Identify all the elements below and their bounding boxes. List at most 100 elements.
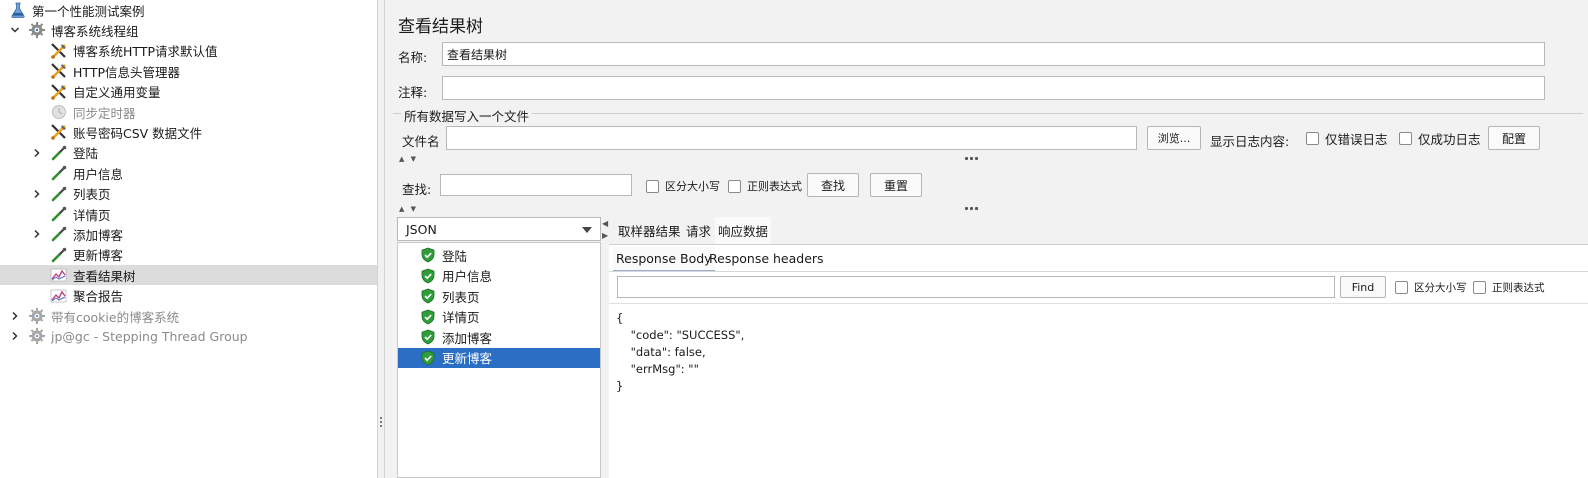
tree-item[interactable]: 详情页	[0, 204, 377, 224]
subtab-response-body[interactable]: Response Body	[613, 247, 715, 272]
horizontal-splitter-2[interactable]: ▲ ▼	[385, 205, 1588, 213]
tree-item[interactable]: 第一个性能测试案例	[0, 0, 377, 20]
vertical-splitter[interactable]	[377, 0, 385, 478]
tree-item-label: 第一个性能测试案例	[32, 3, 145, 19]
subtab-divider	[609, 271, 1588, 272]
tree-item[interactable]: 自定义通用变量	[0, 82, 377, 102]
tree-item-label: 登陆	[73, 146, 99, 162]
pipette-icon	[50, 205, 68, 223]
detail-tab[interactable]: 取样器结果	[615, 217, 684, 244]
horizontal-splitter-1[interactable]: ▲ ▼	[385, 155, 1588, 163]
response-find-button[interactable]: Find	[1340, 276, 1386, 298]
errors-only-box[interactable]	[1306, 132, 1319, 145]
tree-item[interactable]: 博客系统线程组	[0, 20, 377, 40]
response-find-input[interactable]	[617, 276, 1335, 298]
chevron-down-icon[interactable]	[582, 227, 592, 233]
tree-item[interactable]: 账号密码CSV 数据文件	[0, 122, 377, 142]
splitter-grip-icon	[965, 207, 978, 210]
subtab-response-headers[interactable]: Response headers	[706, 247, 827, 270]
sample-item-label: 详情页	[442, 310, 480, 325]
sample-item-label: 更新博客	[442, 351, 493, 366]
sample-item[interactable]: 更新博客	[398, 347, 600, 368]
search-input[interactable]	[440, 174, 632, 196]
detail-tab[interactable]: 请求	[683, 217, 714, 244]
shield-check-icon	[420, 329, 436, 345]
success-only-box[interactable]	[1399, 132, 1412, 145]
tree-item-label: 账号密码CSV 数据文件	[73, 125, 203, 141]
filename-field[interactable]	[446, 126, 1137, 150]
chevron-right-icon[interactable]	[30, 187, 44, 201]
chevron-down-icon[interactable]	[8, 23, 22, 37]
tree-item[interactable]: 带有cookie的博客系统	[0, 306, 377, 326]
tree-item-label: 查看结果树	[73, 268, 136, 284]
splitter-arrows-icon[interactable]: ▲ ▼	[399, 155, 418, 163]
case-sensitive-label: 区分大小写	[665, 180, 720, 193]
tree-item[interactable]: 更新博客	[0, 245, 377, 265]
chevron-right-icon[interactable]	[8, 309, 22, 323]
sample-item[interactable]: 用户信息	[398, 266, 600, 286]
response-body-text[interactable]: { "code": "SUCCESS", "data": false, "err…	[616, 310, 744, 395]
name-field[interactable]: 查看结果树	[442, 42, 1545, 66]
test-plan-tree[interactable]: 第一个性能测试案例 博客系统线程组 博客系统HTTP请求默认值 HTTP信息头管理器自…	[0, 0, 377, 478]
sample-item[interactable]: 详情页	[398, 307, 600, 327]
tree-item[interactable]: 博客系统HTTP请求默认值	[0, 41, 377, 61]
graph-icon	[50, 287, 68, 305]
tree-item[interactable]: 同步定时器	[0, 102, 377, 122]
case-sensitive-box[interactable]	[646, 179, 659, 193]
browse-button[interactable]: 浏览...	[1147, 126, 1201, 150]
reset-button[interactable]: 重置	[870, 173, 922, 197]
tree-item-label: 详情页	[73, 207, 111, 223]
response-case-checkbox[interactable]: 区分大小写	[1395, 280, 1467, 295]
shield-check-icon	[420, 268, 436, 284]
scissors-icon	[50, 123, 68, 141]
tree-item[interactable]: 聚合报告	[0, 286, 377, 306]
sample-item-label: 添加博客	[442, 330, 493, 346]
sample-detail-pane: 取样器结果 请求 响应数据 Response Body Response heade…	[609, 215, 1588, 478]
tree-item[interactable]: 列表页	[0, 184, 377, 204]
response-regex-label: 正则表达式	[1492, 282, 1545, 294]
renderer-select[interactable]: JSON	[397, 217, 601, 241]
success-only-label: 仅成功日志	[1418, 132, 1481, 147]
chevron-right-icon[interactable]	[8, 329, 22, 343]
tree-item-label: 列表页	[73, 187, 111, 203]
tree-item[interactable]: 添加博客	[0, 224, 377, 244]
chevron-right-icon[interactable]	[30, 146, 44, 160]
collapse-arrows-icon[interactable]: ◀ ▶	[602, 218, 608, 242]
comment-field[interactable]	[442, 76, 1545, 100]
chevron-right-icon[interactable]	[30, 227, 44, 241]
splitter-grip	[380, 417, 383, 427]
errors-only-checkbox[interactable]: 仅错误日志	[1306, 129, 1388, 148]
comment-label: 注释:	[398, 85, 428, 100]
sample-item[interactable]: 列表页	[398, 286, 600, 306]
find-button[interactable]: 查找	[807, 173, 859, 197]
tree-item[interactable]: 用户信息	[0, 163, 377, 183]
splitter-arrows-icon[interactable]: ▲ ▼	[399, 205, 418, 213]
regex-checkbox[interactable]: 正则表达式	[728, 178, 802, 194]
case-sensitive-checkbox[interactable]: 区分大小写	[646, 178, 720, 194]
sample-results-list[interactable]: 登陆用户信息 列表页详情页添加博客更新博客	[397, 242, 601, 478]
tree-item[interactable]: HTTP信息头管理器	[0, 61, 377, 81]
detail-tab[interactable]: 响应数据	[715, 217, 772, 246]
tree-item-label: HTTP信息头管理器	[73, 64, 180, 80]
success-only-checkbox[interactable]: 仅成功日志	[1399, 129, 1481, 148]
tree-item-label: 自定义通用变量	[73, 85, 161, 101]
shield-check-icon	[420, 288, 436, 304]
shield-check-icon	[420, 350, 436, 366]
shield-check-icon	[420, 247, 436, 263]
response-regex-checkbox[interactable]: 正则表达式	[1473, 280, 1545, 295]
response-case-label: 区分大小写	[1414, 282, 1467, 294]
tree-item[interactable]: jp@gc - Stepping Thread Group	[0, 326, 377, 346]
regex-label: 正则表达式	[747, 180, 802, 193]
regex-box[interactable]	[728, 179, 741, 193]
pipette-icon	[50, 185, 68, 203]
sample-item[interactable]: 登陆	[398, 245, 600, 265]
shield-check-icon	[420, 309, 436, 325]
sample-item-label: 登陆	[442, 248, 468, 264]
response-case-box[interactable]	[1395, 281, 1408, 294]
tree-item[interactable]: 查看结果树	[0, 265, 377, 286]
configure-button[interactable]: 配置	[1488, 126, 1540, 150]
response-regex-box[interactable]	[1473, 281, 1486, 294]
tree-item[interactable]: 登陆	[0, 143, 377, 163]
sample-item[interactable]: 添加博客	[398, 327, 600, 347]
find-divider	[609, 303, 1588, 304]
